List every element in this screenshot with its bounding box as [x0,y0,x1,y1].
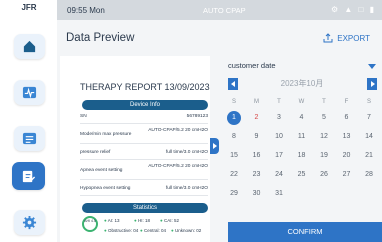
page-title: Data Preview [66,32,135,44]
report-title: THERAPY REPORT 13/09/2023 [80,82,210,92]
calendar-day[interactable]: 20 [337,149,357,163]
calendar-day[interactable]: 7 [359,111,379,125]
calendar-day[interactable]: 9 [247,130,267,144]
stat-obstructive: ● Obstructive: 04 [104,228,139,233]
export-button[interactable]: EXPORT [323,33,370,43]
date-range-dropdown[interactable]: customer date [228,58,376,74]
report-row: Mode/min max pressure AUTO-CPAP/5.2 20 c… [80,128,208,144]
report-row: Apnea event setting AUTO-CPAP/5.2 20 cmH… [80,164,208,180]
gear-icon [22,215,37,230]
calendar-day[interactable]: 2 [247,111,267,125]
collapse-panel-tab[interactable] [210,138,219,154]
stat-hi: ● HI: 18 [134,218,150,223]
calendar-day[interactable]: 6 [337,111,357,125]
app-logo: JFR [21,3,37,12]
calendar-day[interactable]: 21 [359,149,379,163]
calendar-day[interactable]: 12 [314,130,334,144]
next-month-button[interactable] [367,78,377,90]
calendar-day[interactable]: 24 [269,168,289,182]
calendar-day[interactable]: 27 [337,168,357,182]
calendar-day[interactable]: 31 [269,187,289,201]
home-icon [23,40,36,53]
weekday-label: T [322,99,326,105]
home-button[interactable] [14,34,45,59]
calendar-panel: customer date 2023年10月 SMTWTFS1234567891… [222,55,382,242]
clock: 09:55 Mon [67,6,105,15]
weekday-label: S [366,99,371,105]
calendar-day[interactable]: 8 [224,130,244,144]
therapy-mode: AUTO CPAP [203,6,246,15]
weekday-label: S [231,99,236,105]
list-icon [22,132,37,145]
data-button[interactable] [14,126,45,151]
report-row: SN 56789123 [80,114,208,124]
report-row: pressure relief full time/3.0 cmH2O [80,150,208,160]
calendar-day[interactable]: 17 [269,149,289,163]
calendar-day[interactable]: 30 [247,187,267,201]
device-info-header: Device Info [82,100,208,110]
dropdown-value: customer date [228,61,276,70]
calendar-day[interactable]: 3 [269,111,289,125]
calendar-day[interactable]: 22 [224,168,244,182]
calendar-day[interactable]: 19 [314,149,334,163]
report-panel: THERAPY REPORT 13/09/2023 Device Info SN… [60,56,210,242]
weekday-label: W [298,99,305,105]
export-label: EXPORT [337,33,370,43]
calendar-day[interactable]: 5 [314,111,334,125]
waveform-icon [22,86,37,99]
calendar-day[interactable]: 4 [292,111,312,125]
calendar-day[interactable]: 29 [224,187,244,201]
calendar-day[interactable]: 13 [337,130,357,144]
confirm-button[interactable]: CONFIRM [228,222,382,242]
calendar-day[interactable]: 18 [292,149,312,163]
statistics-header: Statistics [82,203,208,213]
sidebar: JFR [0,0,57,242]
calendar-day[interactable]: 15 [224,149,244,163]
stat-unknown: ● Unknown: 02 [171,228,202,233]
month-label: 2023年10月 [280,79,324,88]
calendar-day[interactable]: 11 [292,130,312,144]
status-icons: ⚙ ▲ □ ▮ [331,5,376,14]
prev-month-button[interactable] [228,78,238,90]
upload-icon [323,33,333,43]
weekday-label: M [254,99,259,105]
calendar-day[interactable]: 26 [314,168,334,182]
monitor-button[interactable] [14,80,45,105]
status-bar: 09:55 Mon AUTO CPAP ⚙ ▲ □ ▮ [57,0,382,20]
stat-central: ● Central: 04 [140,228,166,233]
report-edit-icon [22,170,36,182]
report-button[interactable] [12,162,45,190]
settings-button[interactable] [14,210,45,235]
calendar-day[interactable]: 14 [359,130,379,144]
calendar-day[interactable]: 1 [224,111,244,125]
weekday-label: T [277,99,281,105]
month-navigator: 2023年10月 [228,78,377,90]
weekday-label: F [344,99,349,105]
calendar-day[interactable]: 10 [269,130,289,144]
ahi-donut: AHI 4.5 [82,216,98,232]
calendar-day[interactable]: 16 [247,149,267,163]
calendar-day[interactable]: 25 [292,168,312,182]
report-row: Hypopnea event setting full time/3.0 cmH… [80,186,208,196]
stat-ai: ● AI: 13 [104,218,120,223]
calendar-day[interactable]: 23 [247,168,267,182]
chevron-down-icon [368,64,376,69]
calendar-day[interactable]: 28 [359,168,379,182]
stat-cai: ● CAI: 52 [160,218,179,223]
